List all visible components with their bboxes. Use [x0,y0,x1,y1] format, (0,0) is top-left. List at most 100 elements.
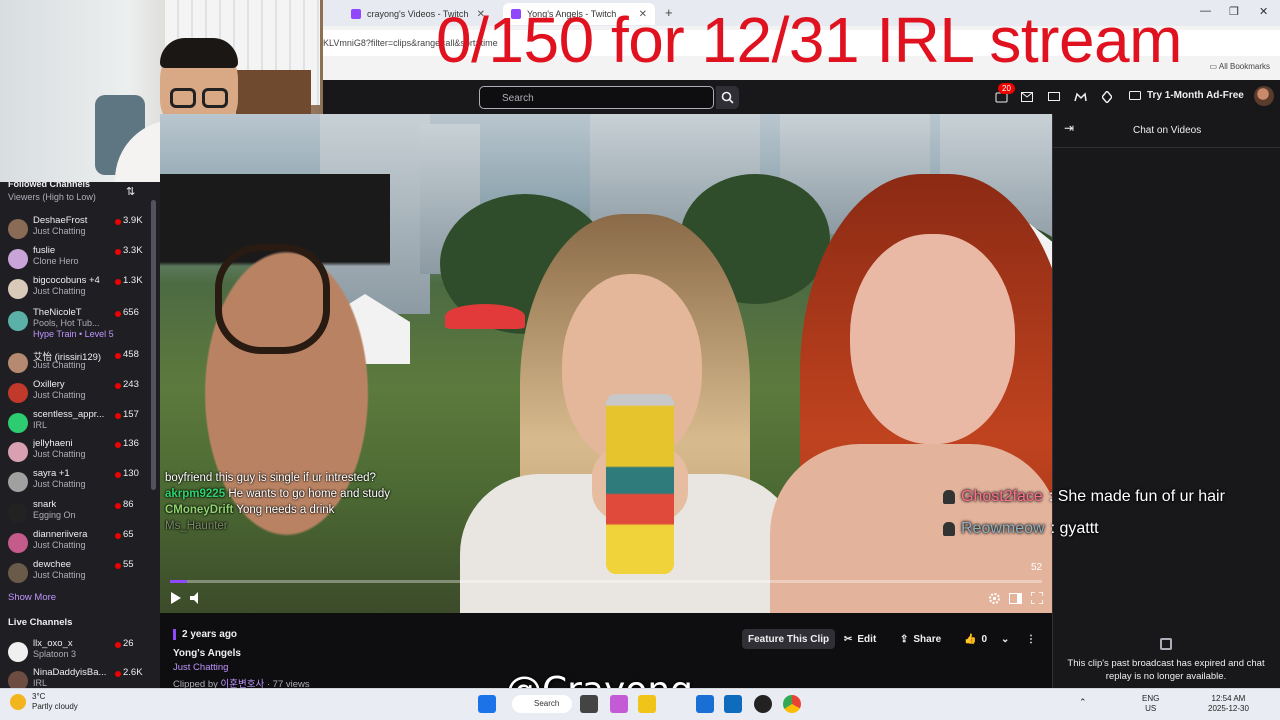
live-indicator-icon [115,472,121,478]
live-indicator-icon [115,563,121,569]
sidebar-channel-item[interactable]: TheNicoleT Pools, Hot Tub... 656 Hype Train… [0,307,150,339]
live-indicator-icon [115,249,121,255]
taskbar-search-label: Search [534,699,560,708]
overlay-chat-message: Reowmeow : gyattt [943,520,1099,538]
crown-icon [1073,91,1087,101]
channel-category: Just Chatting [33,540,86,550]
live-channels-header: Live Channels [8,617,73,628]
viewer-count: 130 [123,468,139,479]
like-dropdown[interactable]: ⌄ [995,629,1015,649]
outlook-icon[interactable] [724,695,742,713]
channel-avatar [8,383,28,403]
viewer-count: 55 [123,559,134,570]
sidebar-channel-item[interactable]: sayra +1 Just Chatting 130 [0,468,150,498]
sidebar-channel-item[interactable]: 艾怡 (irissiri129) Just Chatting 458 [0,349,150,379]
sidebar-channel-item[interactable]: fuslie Clone Hero 3.3K [0,245,150,275]
lang-code: ENG [1142,694,1160,703]
chat-user-icon [943,490,955,504]
channel-category: Clone Hero [33,256,79,266]
sidebar-channel-item[interactable]: snark Egging On 86 [0,499,150,529]
viewer-count: 26 [123,638,134,649]
play-button[interactable] [168,590,184,606]
copilot-icon[interactable] [610,695,628,713]
sidebar-channel-item[interactable]: llx_oxo_x Splatoon 3 26 [0,638,150,668]
file-explorer-icon[interactable] [638,695,656,713]
overlay-chat-line: akrpm9225 He wants to go home and study [165,486,395,502]
ad-free-button[interactable]: Try 1-Month Ad-Free [1129,90,1244,101]
stream-goal-overlay: 0/150 for 12/31 IRL stream [436,4,1182,76]
sidebar-channel-item[interactable]: scentless_appr... IRL 157 [0,409,150,439]
channel-name: dewchee [33,559,72,570]
sidebar-channel-item[interactable]: jellyhaeni Just Chatting 136 [0,438,150,468]
bits-icon[interactable] [1100,90,1114,104]
video-player[interactable] [160,114,1052,613]
temperature: 3°C [32,692,46,701]
edit-button[interactable]: ✂ Edit [838,629,882,649]
obs-icon[interactable] [754,695,772,713]
sidebar-channel-item[interactable]: Oxillery Just Chatting 243 [0,379,150,409]
seek-bar[interactable] [170,580,1042,583]
channel-name: sayra +1 [33,468,70,479]
theatre-icon [1008,592,1022,604]
volume-button[interactable] [188,590,204,606]
like-button[interactable]: 👍 0 [958,629,993,649]
sort-arrows-icon[interactable]: ⇅ [126,185,135,198]
task-view-icon[interactable] [580,695,598,713]
settings-button[interactable] [986,590,1002,606]
notification-badge: 20 [998,83,1015,94]
search-button[interactable] [716,86,739,109]
viewer-count: 86 [123,499,134,510]
sidebar-channel-item[interactable]: bigcocobuns +4 Just Chatting 1.3K [0,275,150,305]
taskbar-search[interactable]: Search [512,695,572,713]
seek-bar-fill [170,580,188,583]
user-avatar[interactable] [1254,86,1274,106]
share-button[interactable]: ⇪ Share [894,629,947,649]
channel-avatar [8,279,28,299]
sidebar-channel-item[interactable]: dewchee Just Chatting 55 [0,559,150,589]
gear-icon [988,592,1000,604]
weather-widget[interactable]: 3°C Partly cloudy [10,692,78,712]
clip-category-link[interactable]: Just Chatting [173,662,228,673]
maximize-icon[interactable]: ❐ [1229,5,1239,18]
activity-feed-icon[interactable] [1047,90,1061,104]
overlay-chat-message: Ghost2face : She made fun of ur hair [943,488,1225,506]
chat-panel [1052,114,1280,688]
close-window-icon[interactable]: ✕ [1259,5,1268,18]
share-label: Share [913,633,942,645]
chat-user: Ghost2face [961,488,1043,505]
hype-train-label: Hype Train • Level 5 [33,329,114,339]
language-indicator[interactable]: ENG US [1142,694,1159,714]
clock[interactable]: 12:54 AM 2025-12-30 [1208,694,1249,714]
channel-category: IRL [33,420,48,430]
tray-overflow-icon[interactable]: ⌃ [1079,697,1087,707]
play-icon [171,592,181,604]
channel-avatar [8,642,28,662]
clock-time: 12:54 AM [1211,694,1246,703]
channel-name: jellyhaeni [33,438,73,449]
search-icon [721,91,734,104]
viewer-count: 3.3K [123,245,143,256]
minimize-icon[interactable]: — [1200,5,1211,17]
chevron-down-icon: ⌄ [1001,633,1010,645]
store-icon[interactable] [696,695,714,713]
fullscreen-icon [1031,592,1043,604]
more-options-button[interactable]: ⋮ [1020,629,1042,649]
sidebar-channel-item[interactable]: dianneriivera Just Chatting 65 [0,529,150,559]
chat-user: akrpm9225 [165,488,226,500]
show-more-link[interactable]: Show More [8,592,56,603]
prime-icon[interactable] [1073,90,1087,104]
sidebar-channel-item[interactable]: DeshaeFrost Just Chatting 3.9K [0,215,150,245]
all-bookmarks[interactable]: ▭ All Bookmarks [1210,62,1270,71]
collapse-chat-icon[interactable]: ⇥ [1064,121,1074,135]
chrome-icon[interactable] [783,695,801,713]
feature-clip-button[interactable]: Feature This Clip [742,629,836,649]
channel-avatar [8,219,28,239]
sidebar-scrollbar[interactable] [151,200,156,490]
windows-start-icon[interactable] [478,695,496,713]
person-redhead-face [850,234,1015,444]
whispers-icon[interactable] [1020,90,1034,104]
theatre-mode-button[interactable] [1007,590,1023,606]
channel-avatar [8,311,28,331]
search-input[interactable]: Search [479,86,714,109]
fullscreen-button[interactable] [1029,590,1045,606]
